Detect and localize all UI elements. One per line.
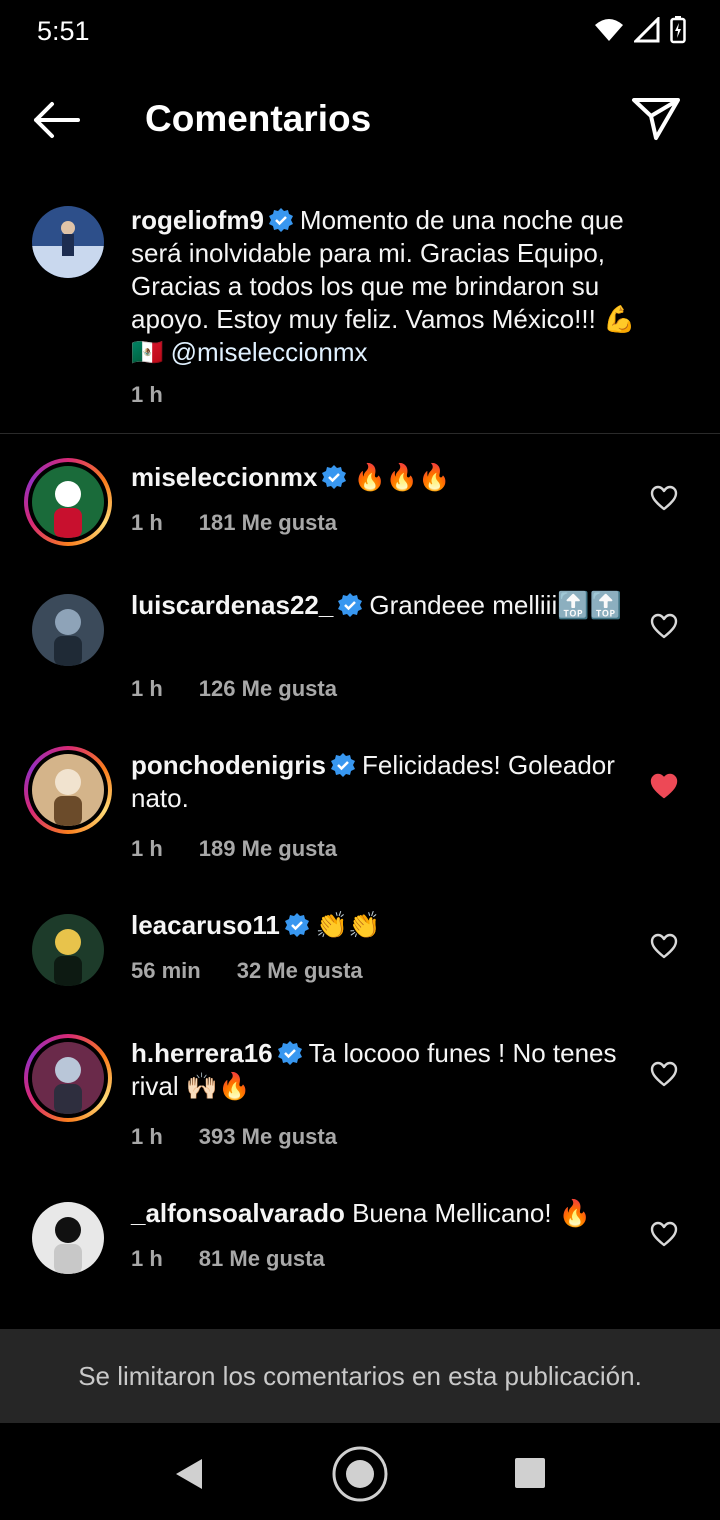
- comment-meta: 1 h 189 Me gusta: [131, 836, 337, 862]
- heart-icon[interactable]: [650, 485, 678, 511]
- verified-icon: [331, 753, 355, 777]
- avatar-image: [32, 914, 104, 986]
- comment-username[interactable]: _alfonsoalvarado: [131, 1198, 345, 1228]
- comment-time: 1 h: [131, 836, 163, 861]
- avatar[interactable]: [32, 206, 104, 278]
- heart-icon[interactable]: [650, 933, 678, 959]
- status-time: 5:51: [37, 16, 90, 46]
- comment-meta: 1 h 393 Me gusta: [131, 1124, 337, 1150]
- comment-likes[interactable]: 81 Me gusta: [199, 1246, 325, 1271]
- nav-recent-icon[interactable]: [514, 1457, 546, 1489]
- avatar-image: [32, 754, 104, 826]
- wifi-icon: [595, 19, 623, 41]
- avatar[interactable]: [32, 594, 104, 666]
- caption-text: rogeliofm9 Momento de una noche que será …: [131, 204, 641, 369]
- send-icon: [632, 98, 680, 140]
- back-button[interactable]: [30, 98, 82, 142]
- comment-likes[interactable]: 189 Me gusta: [199, 836, 337, 861]
- avatar-image: [32, 1202, 104, 1274]
- verified-icon: [338, 593, 363, 617]
- heart-icon[interactable]: [650, 1221, 678, 1247]
- heart-filled-icon[interactable]: [650, 773, 678, 799]
- avatar[interactable]: [32, 1202, 104, 1274]
- comment-meta: 56 min 32 Me gusta: [131, 958, 363, 984]
- avatar[interactable]: [32, 914, 104, 986]
- nav-back-icon[interactable]: [172, 1457, 206, 1491]
- battery-icon: [670, 16, 686, 44]
- comment-likes[interactable]: 393 Me gusta: [199, 1124, 337, 1149]
- arrow-left-icon: [34, 102, 80, 138]
- heart-icon[interactable]: [650, 613, 678, 639]
- comment-likes[interactable]: 32 Me gusta: [237, 958, 363, 983]
- avatar-image: [32, 466, 104, 538]
- comment-meta: 1 h 126 Me gusta: [131, 676, 337, 702]
- comment-time: 1 h: [131, 1124, 163, 1149]
- avatar[interactable]: [24, 458, 112, 546]
- comment-body: Buena Mellicano! 🔥: [352, 1198, 592, 1228]
- comment-username[interactable]: miseleccionmx: [131, 462, 317, 492]
- status-bar: 5:51: [0, 0, 720, 66]
- comment-username[interactable]: ponchodenigris: [131, 750, 326, 780]
- comment-text: leacaruso11 👏👏: [131, 909, 631, 942]
- avatar[interactable]: [24, 1034, 112, 1122]
- status-icons: [594, 16, 686, 44]
- comment-text: luiscardenas22_ Grandeee melliii🔝🔝: [131, 589, 631, 622]
- verified-icon: [284, 913, 309, 937]
- header: Comentarios: [0, 80, 720, 160]
- comment-text: ponchodenigris Felicidades! Goleador nato…: [131, 749, 631, 815]
- comment-time: 1 h: [131, 676, 163, 701]
- verified-icon: [268, 208, 293, 232]
- comment-time: 56 min: [131, 958, 201, 983]
- caption-username[interactable]: rogeliofm9: [131, 205, 264, 235]
- comment-text: miseleccionmx 🔥🔥🔥: [131, 461, 631, 494]
- caption-line1: Momento de una noche: [299, 205, 574, 235]
- system-nav-bar: [0, 1423, 720, 1520]
- post-caption: rogeliofm9 Momento de una noche que será …: [0, 200, 720, 434]
- avatar-image: [32, 1042, 104, 1114]
- signal-icon: [634, 17, 660, 43]
- avatar-image: [32, 206, 104, 278]
- caption-time: 1 h: [131, 382, 163, 407]
- share-button[interactable]: [630, 94, 682, 142]
- heart-icon[interactable]: [650, 1061, 678, 1087]
- caption-mention[interactable]: @miseleccionmx: [171, 337, 368, 367]
- comments-limited-notice: Se limitaron los comentarios en esta pub…: [0, 1329, 720, 1423]
- comment-username[interactable]: h.herrera16: [131, 1038, 273, 1068]
- comment-time: 1 h: [131, 510, 163, 535]
- comment-username[interactable]: leacaruso11: [131, 910, 280, 940]
- comment-time: 1 h: [131, 1246, 163, 1271]
- comment-likes[interactable]: 181 Me gusta: [199, 510, 337, 535]
- comment-body: 👏👏: [315, 910, 381, 940]
- comment-meta: 1 h 81 Me gusta: [131, 1246, 325, 1272]
- comment-meta: 1 h 181 Me gusta: [131, 510, 337, 536]
- verified-icon: [322, 465, 347, 489]
- comment-likes[interactable]: 126 Me gusta: [199, 676, 337, 701]
- page-title: Comentarios: [145, 98, 372, 139]
- comment-body: Grandeee melliii🔝🔝: [369, 590, 622, 620]
- comment-text: _alfonsoalvarado Buena Mellicano! 🔥: [131, 1197, 631, 1230]
- comment-text: h.herrera16 Ta locooo funes ! No tenes ri…: [131, 1037, 631, 1103]
- nav-home-icon[interactable]: [331, 1445, 389, 1503]
- caption-meta: 1 h: [131, 382, 163, 408]
- avatar[interactable]: [24, 746, 112, 834]
- comment-body: 🔥🔥🔥: [353, 462, 451, 492]
- avatar-image: [32, 594, 104, 666]
- comment-username[interactable]: luiscardenas22_: [131, 590, 333, 620]
- verified-icon: [277, 1041, 302, 1065]
